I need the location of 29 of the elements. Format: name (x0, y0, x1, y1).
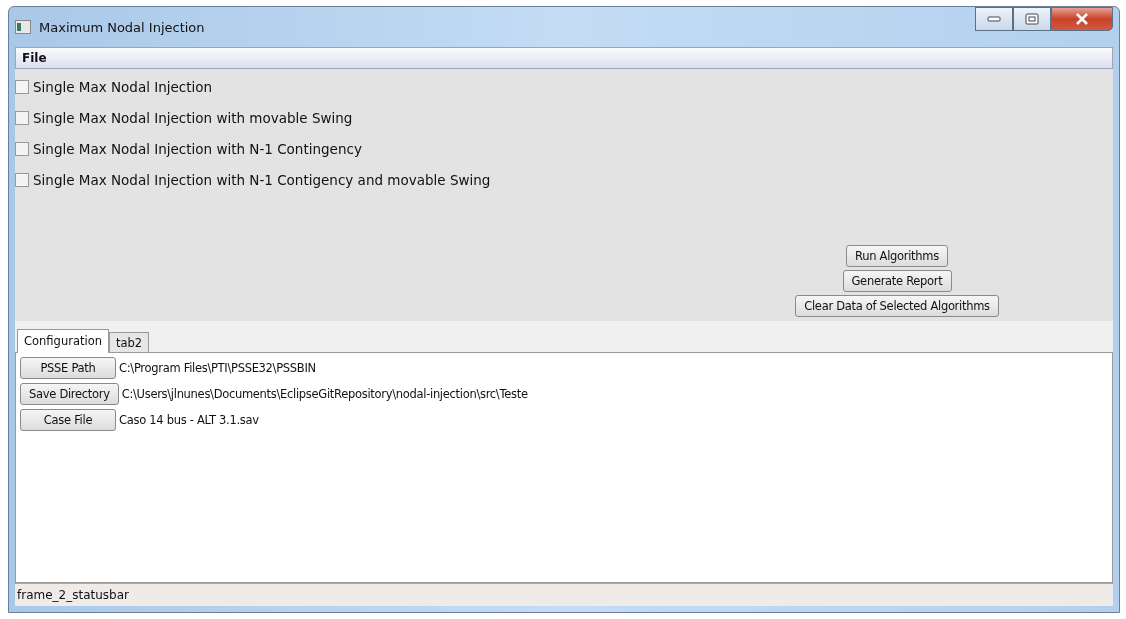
action-button[interactable]: Clear Data of Selected Algorithms (795, 295, 999, 317)
config-button[interactable]: Case File (20, 409, 116, 431)
checkbox[interactable] (15, 141, 29, 156)
checkbox-label: Single Max Nodal Injection with N-1 Contingency (33, 140, 362, 157)
tab[interactable]: tab2 (109, 332, 150, 352)
action-button[interactable]: Generate Report (842, 270, 952, 292)
minimize-button[interactable] (975, 7, 1013, 31)
app-icon (15, 20, 31, 34)
config-button[interactable]: Save Directory (20, 383, 119, 405)
tab[interactable]: Configuration (17, 329, 109, 353)
close-icon (1075, 13, 1089, 25)
checkbox-label: Single Max Nodal Injection with movable Swing (33, 109, 353, 126)
action-button[interactable]: Run Algorithms (846, 245, 948, 267)
path-value: C:\Program Files\PTI\PSSE32\PSSBIN (119, 361, 316, 375)
config-button[interactable]: PSSE Path (20, 357, 116, 379)
checkbox[interactable] (15, 110, 29, 125)
path-value: Caso 14 bus - ALT 3.1.sav (119, 413, 259, 427)
checkbox[interactable] (15, 172, 29, 187)
checkbox-label: Single Max Nodal Injection with N-1 Contigency and movable Swing (33, 171, 491, 188)
window-title: Maximum Nodal Injection (39, 19, 206, 35)
menu-item[interactable]: File (16, 51, 53, 65)
maximize-button[interactable] (1013, 7, 1051, 31)
path-value: C:\Users\jlnunes\Documents\EclipseGitRepository\nodal-injection\src\Teste (121, 387, 528, 401)
status-bar: frame_2_statusbar (15, 583, 1113, 606)
restore-icon (1025, 13, 1039, 25)
checkbox-label: Single Max Nodal Injection (33, 78, 213, 95)
close-button[interactable] (1051, 7, 1113, 31)
minimize-icon (987, 16, 1001, 22)
checkbox[interactable] (15, 79, 29, 94)
